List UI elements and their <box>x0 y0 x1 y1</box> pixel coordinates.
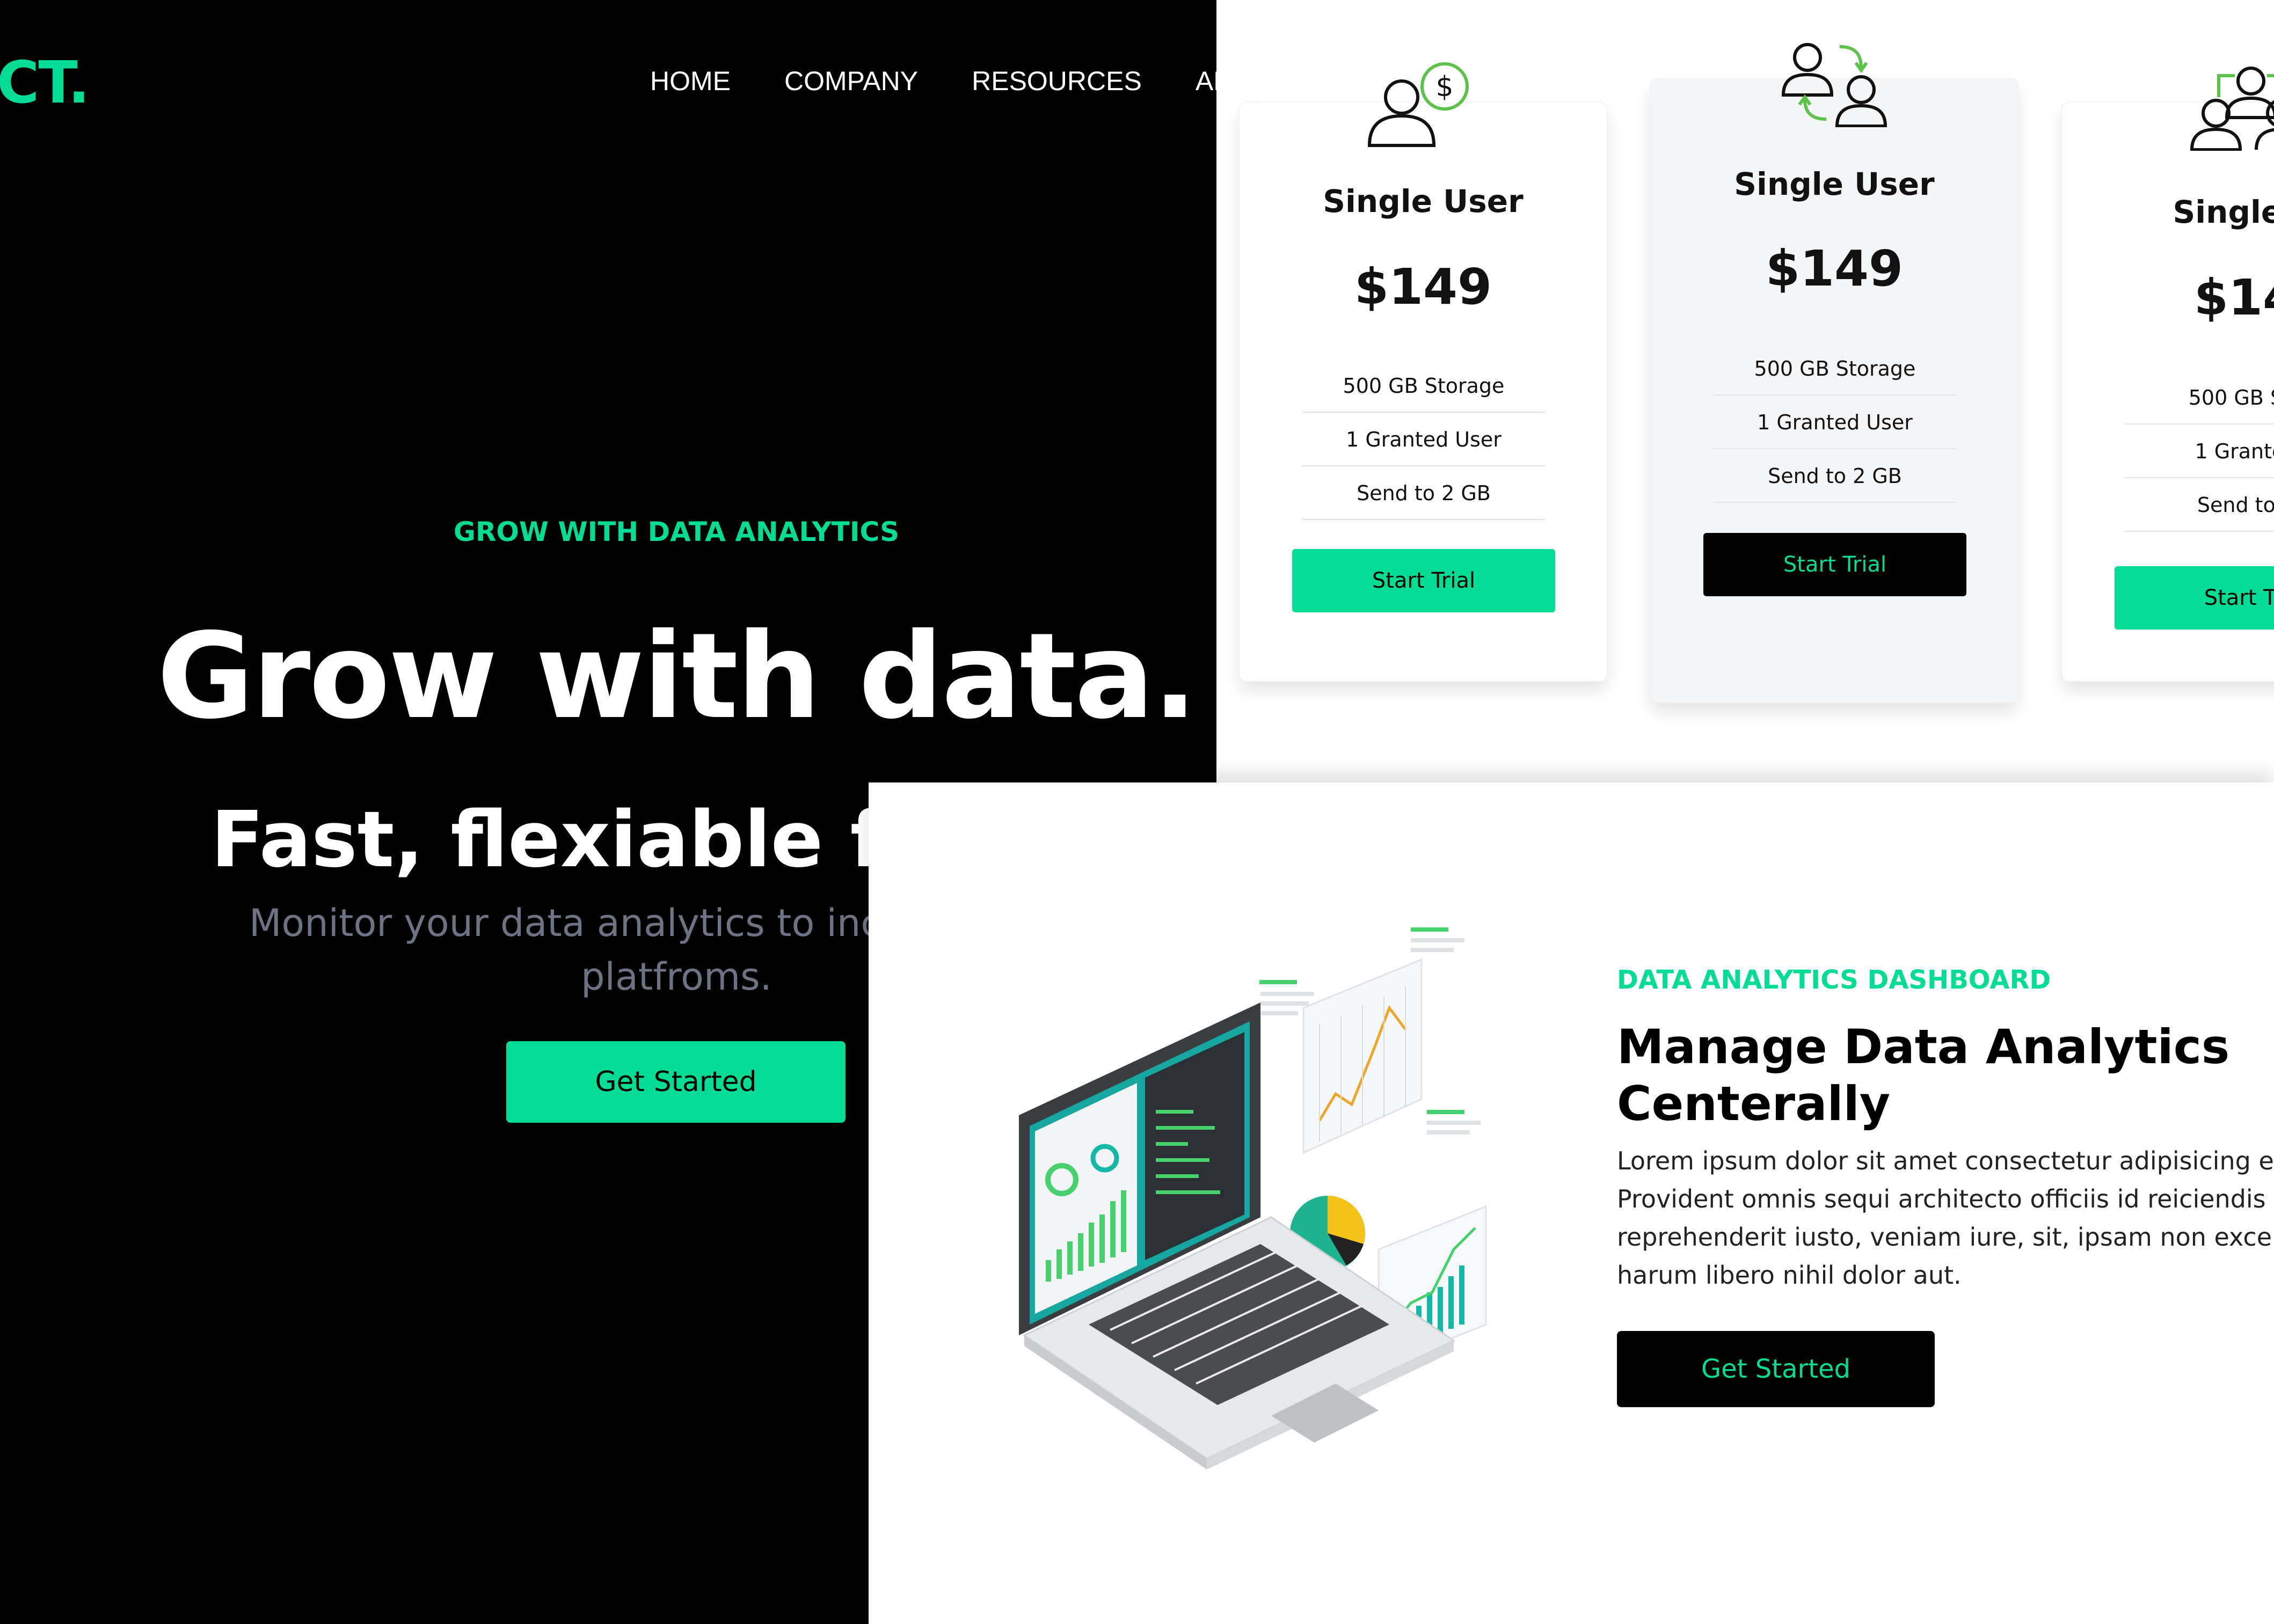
brand-logo[interactable]: CT. <box>0 49 90 116</box>
user-dollar-icon: $ <box>1367 62 1469 147</box>
dashboard-body-line: harum libero nihil dolor aut. <box>1617 1261 1962 1290</box>
dashboard-body-line: reprehenderit iusto, veniam iure, sit, i… <box>1617 1223 2274 1252</box>
start-trial-button[interactable]: Start Trial <box>1703 533 1966 596</box>
feature-storage: 500 GB Sto <box>2124 371 2274 425</box>
start-trial-button[interactable]: Start Tri <box>2115 566 2274 630</box>
users-group-icon <box>2190 67 2274 151</box>
feature-storage: 500 GB Storage <box>1713 342 1957 396</box>
laptop-analytics-illustration <box>1019 927 1487 1469</box>
start-trial-button[interactable]: Start Trial <box>1292 549 1555 612</box>
feature-list: 500 GB Storage 1 Granted User Send to 2 … <box>1713 342 1957 503</box>
nav-about[interactable]: ABO <box>1196 65 1216 97</box>
hero-get-started-button[interactable]: Get Started <box>506 1041 846 1123</box>
nav-company[interactable]: COMPANY <box>784 65 918 97</box>
dashboard-title: Manage Data Analytics Centerally <box>1617 1019 2230 1131</box>
plan-name: Single User <box>1734 166 1935 202</box>
plan-price: $149 <box>1765 240 1904 297</box>
dashboard-body-line: Provident omnis sequi architecto officii… <box>1617 1184 2266 1213</box>
users-exchange-icon <box>1781 43 1887 127</box>
plan-price: $14 <box>2193 269 2274 326</box>
dashboard-get-started-button[interactable]: Get Started <box>1617 1331 1935 1407</box>
dashboard-body: Lorem ipsum dolor sit amet consectetur a… <box>1617 1142 2274 1294</box>
nav-home[interactable]: HOME <box>650 65 731 97</box>
pricing-section: $ Single User $149 500 GB Storage 1 Gran… <box>1216 0 2274 782</box>
hero-title: Grow with data. <box>157 608 1197 745</box>
feature-users: 1 Granted User <box>1302 413 1546 466</box>
dashboard-body-line: Lorem ipsum dolor sit amet consectetur a… <box>1617 1146 2274 1175</box>
pricing-card-3: Single U $14 500 GB Sto 1 Granted Send t… <box>2061 67 2274 682</box>
main-nav: HOME COMPANY RESOURCES ABO <box>650 65 1216 97</box>
feature-send: Send to 2 GB <box>1713 449 1957 503</box>
feature-storage: 500 GB Storage <box>1302 359 1546 413</box>
dashboard-kicker: DATA ANALYTICS DASHBOARD <box>1617 965 2051 995</box>
feature-list: 500 GB Sto 1 Granted Send to 2 <box>2124 371 2274 532</box>
nav-resources[interactable]: RESOURCES <box>972 65 1142 97</box>
feature-users: 1 Granted <box>2124 425 2274 478</box>
pricing-card-2: Single User $149 500 GB Storage 1 Grante… <box>1650 43 2018 703</box>
plan-name: Single User <box>1323 183 1524 220</box>
pricing-card-1: $ Single User $149 500 GB Storage 1 Gran… <box>1239 62 1607 682</box>
hero-kicker: GROW WITH DATA ANALYTICS <box>453 516 900 547</box>
feature-send: Send to 2 <box>2124 478 2274 532</box>
dashboard-section: DATA ANALYTICS DASHBOARD Manage Data Ana… <box>869 782 2274 1624</box>
svg-text:$: $ <box>1435 71 1453 103</box>
plan-name: Single U <box>2173 194 2274 230</box>
feature-send: Send to 2 GB <box>1302 466 1546 520</box>
feature-users: 1 Granted User <box>1713 396 1957 449</box>
plan-price: $149 <box>1354 258 1492 316</box>
feature-list: 500 GB Storage 1 Granted User Send to 2 … <box>1302 359 1546 520</box>
